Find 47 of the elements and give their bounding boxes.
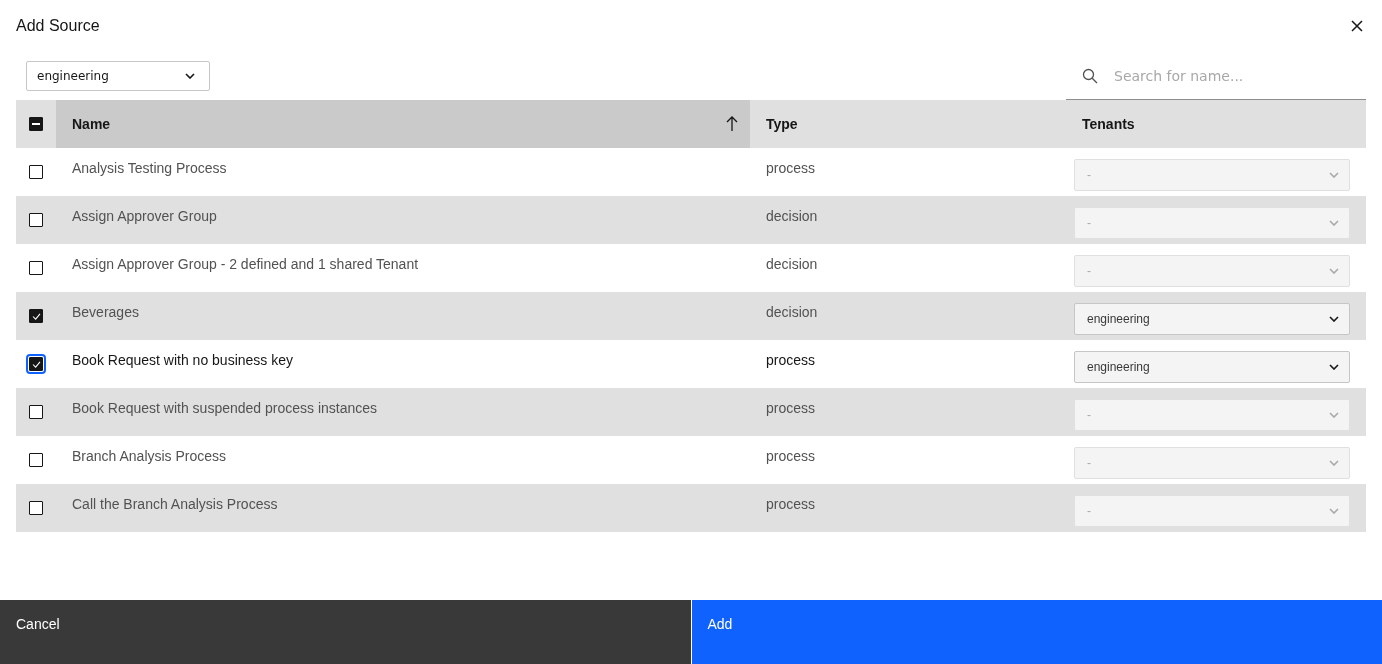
- row-checkbox[interactable]: [29, 165, 43, 179]
- chevron-down-icon: [1329, 268, 1339, 274]
- name-cell: Book Request with no business key: [72, 352, 293, 368]
- select-all-checkbox[interactable]: [29, 117, 43, 131]
- column-header[interactable]: Tenants: [1066, 100, 1366, 148]
- chevron-down-icon: [1329, 460, 1339, 466]
- chevron-down-icon: [1329, 172, 1339, 178]
- search-field[interactable]: Search for name...: [1112, 67, 1356, 85]
- name-cell: Beverages: [72, 304, 139, 320]
- name-cell: Book Request with suspended process instances: [72, 400, 378, 416]
- row-checkbox[interactable]: [29, 309, 43, 323]
- dialog-button[interactable]: Add: [690, 600, 1382, 664]
- arrow-up-icon: [726, 116, 738, 132]
- chevron-down-icon: [1329, 412, 1339, 418]
- type-cell: process: [766, 160, 816, 176]
- chevron-down-icon: [1329, 364, 1339, 370]
- close-icon[interactable]: [1351, 20, 1363, 32]
- type-cell: process: [766, 448, 816, 464]
- row-checkbox[interactable]: [29, 213, 43, 227]
- tenant-dropdown[interactable]: engineering: [26, 61, 210, 91]
- column-header[interactable]: Type: [750, 100, 1066, 148]
- chevron-down-icon: [1329, 220, 1339, 226]
- type-cell: process: [766, 352, 816, 368]
- row-checkbox[interactable]: [29, 261, 43, 275]
- row-checkbox[interactable]: [29, 357, 43, 371]
- row-checkbox[interactable]: [29, 453, 43, 467]
- chevron-down-icon: [1329, 508, 1339, 514]
- name-cell: Analysis Testing Process: [72, 160, 227, 176]
- name-cell: Assign Approver Group - 2 defined and 1 shared Tenant: [72, 256, 419, 272]
- type-cell: decision: [766, 256, 818, 272]
- chevron-down-icon: [185, 73, 195, 79]
- type-cell: decision: [766, 208, 818, 224]
- type-cell: process: [766, 496, 816, 512]
- type-cell: process: [766, 400, 816, 416]
- dialog-button[interactable]: Cancel: [0, 600, 691, 664]
- row-checkbox[interactable]: [29, 405, 43, 419]
- search-icon: [1082, 68, 1098, 84]
- dialog-title: Add Source: [16, 17, 100, 35]
- name-cell: Branch Analysis Process: [72, 448, 227, 464]
- tenant-select[interactable]: engineering: [1074, 351, 1350, 383]
- type-cell: decision: [766, 304, 818, 320]
- column-header[interactable]: Name: [56, 100, 750, 148]
- name-cell: Call the Branch Analysis Process: [72, 496, 278, 512]
- row-checkbox[interactable]: [29, 501, 43, 515]
- tenant-select[interactable]: engineering: [1074, 303, 1350, 335]
- chevron-down-icon: [1329, 316, 1339, 322]
- name-cell: Assign Approver Group: [72, 208, 217, 224]
